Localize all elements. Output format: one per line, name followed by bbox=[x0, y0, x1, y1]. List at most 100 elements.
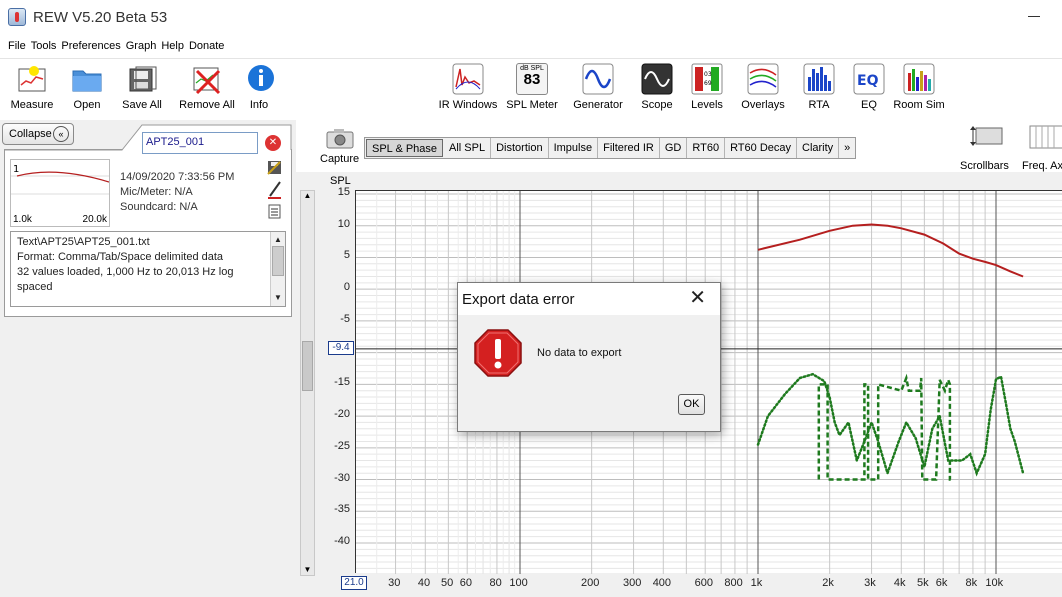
capture-button[interactable]: Capture bbox=[320, 126, 359, 165]
y-tick-label: -30 bbox=[334, 471, 350, 484]
y-tick-label: 15 bbox=[337, 186, 350, 198]
scroll-down-icon[interactable]: ▼ bbox=[271, 290, 285, 305]
scroll-up-icon[interactable]: ▲ bbox=[301, 191, 314, 200]
scrollbars-icon bbox=[970, 126, 1003, 146]
remove-measurement-icon[interactable]: ✕ bbox=[265, 135, 281, 151]
levels-icon: 03 69 bbox=[691, 63, 723, 95]
x-tick-label: 400 bbox=[652, 577, 672, 589]
measurement-name-field[interactable]: APT25_001 bbox=[142, 132, 258, 154]
x-cursor-marker[interactable]: 21.0 bbox=[341, 576, 367, 590]
rta-button[interactable]: RTA bbox=[803, 63, 835, 111]
y-cursor-marker[interactable]: -9.4 bbox=[328, 341, 354, 355]
notes-icon[interactable] bbox=[268, 204, 281, 219]
x-tick-label: 50 bbox=[440, 577, 454, 589]
menu-tools[interactable]: Tools bbox=[31, 38, 57, 58]
thumb-x-start: 1.0k bbox=[13, 214, 32, 225]
measurement-index: 1 bbox=[13, 164, 19, 175]
menu-file[interactable]: File bbox=[8, 38, 26, 58]
y-tick-label: 10 bbox=[337, 217, 350, 230]
open-button[interactable]: Open bbox=[70, 63, 104, 111]
tab-rt60[interactable]: RT60 bbox=[687, 138, 726, 158]
remove-all-icon bbox=[191, 63, 223, 95]
measurement-info: 14/09/2020 7:33:56 PM Mic/Meter: N/A Sou… bbox=[120, 170, 234, 215]
info-button[interactable]: Info bbox=[245, 63, 274, 111]
svg-text:69: 69 bbox=[704, 80, 712, 87]
room-sim-button[interactable]: Room Sim bbox=[893, 63, 945, 111]
measurement-date: 14/09/2020 7:33:56 PM bbox=[120, 171, 235, 183]
y-tick-label: 0 bbox=[343, 281, 350, 294]
x-tick-label: 3k bbox=[864, 577, 876, 589]
scroll-down-icon[interactable]: ▼ bbox=[301, 565, 314, 574]
overlays-button[interactable]: Overlays bbox=[740, 63, 786, 111]
y-tick-label: -25 bbox=[334, 439, 350, 452]
ok-button[interactable]: OK bbox=[678, 394, 705, 415]
thumb-x-end: 20.0k bbox=[82, 214, 107, 225]
info-icon bbox=[245, 63, 277, 95]
menu-graph[interactable]: Graph bbox=[126, 38, 157, 58]
export-error-dialog: Export data error ✕ No data to export OK bbox=[457, 282, 721, 432]
save-all-icon bbox=[126, 63, 158, 95]
spl-meter-button[interactable]: dB SPL 83 SPL Meter bbox=[506, 63, 558, 111]
tab-filtered-ir[interactable]: Filtered IR bbox=[598, 138, 660, 158]
x-tick-label: 5k bbox=[916, 577, 929, 589]
remove-all-button[interactable]: Remove All bbox=[178, 63, 236, 111]
main-toolbar: Measure Open Save All Remove All Info IR… bbox=[0, 58, 1062, 120]
graph-scroll-thumb[interactable] bbox=[302, 341, 313, 391]
tab-rt60-decay[interactable]: RT60 Decay bbox=[725, 138, 797, 158]
ir-windows-button[interactable]: IR Windows bbox=[438, 63, 498, 111]
x-tick-label: 800 bbox=[724, 577, 743, 589]
menu-donate[interactable]: Donate bbox=[189, 38, 224, 58]
room-sim-icon bbox=[903, 63, 935, 95]
tab-distortion[interactable]: Distortion bbox=[491, 138, 549, 158]
generator-button[interactable]: Generator bbox=[572, 63, 624, 111]
notes-scroll-thumb[interactable] bbox=[272, 246, 284, 276]
graph-vertical-scrollbar[interactable]: ▲ ▼ bbox=[300, 190, 315, 576]
y-tick-label: -35 bbox=[334, 503, 350, 516]
graph-tabs: SPL & Phase All SPL Distortion Impulse F… bbox=[364, 137, 857, 159]
menu-help[interactable]: Help bbox=[161, 38, 184, 58]
measure-button[interactable]: Measure bbox=[10, 63, 54, 111]
rta-icon bbox=[803, 63, 835, 95]
tab-all-spl[interactable]: All SPL bbox=[444, 138, 492, 158]
minimize-icon[interactable] bbox=[1028, 16, 1040, 17]
window-title: REW V5.20 Beta 53 bbox=[33, 9, 168, 26]
edit-pen-icon[interactable] bbox=[268, 181, 281, 199]
tab-impulse[interactable]: Impulse bbox=[549, 138, 599, 158]
x-tick-label: 8k bbox=[965, 577, 978, 589]
folder-open-icon bbox=[71, 63, 103, 95]
menu-preferences[interactable]: Preferences bbox=[61, 38, 120, 58]
x-tick-label: 1k bbox=[750, 577, 763, 589]
eq-button[interactable]: EQ EQ bbox=[853, 63, 885, 111]
ir-windows-icon bbox=[452, 63, 484, 95]
tab-more[interactable]: » bbox=[839, 138, 855, 158]
svg-text:EQ: EQ bbox=[857, 73, 879, 89]
spl-meter-icon: dB SPL 83 bbox=[516, 63, 548, 95]
x-tick-label: 60 bbox=[459, 577, 473, 589]
save-measurement-icon[interactable] bbox=[267, 161, 281, 175]
y-tick-label: -20 bbox=[334, 408, 350, 421]
tab-clarity[interactable]: Clarity bbox=[797, 138, 840, 158]
eq-icon: EQ bbox=[853, 63, 885, 95]
scrollbars-button[interactable]: Scrollbars bbox=[960, 124, 1009, 172]
error-stop-icon bbox=[474, 329, 522, 380]
scroll-up-icon[interactable]: ▲ bbox=[271, 232, 285, 247]
x-tick-label: 80 bbox=[489, 577, 502, 589]
y-tick-label: 5 bbox=[343, 249, 350, 262]
y-tick-label: -15 bbox=[334, 376, 350, 389]
measurement-notes[interactable]: Text\APT25\APT25_001.txt Format: Comma/T… bbox=[10, 231, 286, 307]
x-tick-label: 2k bbox=[822, 577, 834, 589]
x-tick-label: 100 bbox=[509, 577, 528, 589]
levels-button[interactable]: 03 69 Levels bbox=[690, 63, 724, 111]
tab-spl-phase[interactable]: SPL & Phase bbox=[366, 139, 444, 157]
overlays-icon bbox=[747, 63, 779, 95]
scope-button[interactable]: Scope bbox=[640, 63, 674, 111]
freq-axis-button[interactable]: Freq. Ax bbox=[1022, 124, 1062, 172]
measurement-side-icons bbox=[266, 160, 284, 223]
tab-gd[interactable]: GD bbox=[660, 138, 688, 158]
measurement-thumbnail[interactable]: 1 1.0k 20.0k bbox=[10, 159, 110, 227]
notes-scrollbar[interactable]: ▲ ▼ bbox=[270, 232, 285, 306]
freq-axis-icon bbox=[1029, 125, 1062, 149]
rew-app-icon bbox=[8, 8, 26, 26]
save-all-button[interactable]: Save All bbox=[120, 63, 164, 111]
close-icon[interactable]: ✕ bbox=[689, 288, 706, 308]
